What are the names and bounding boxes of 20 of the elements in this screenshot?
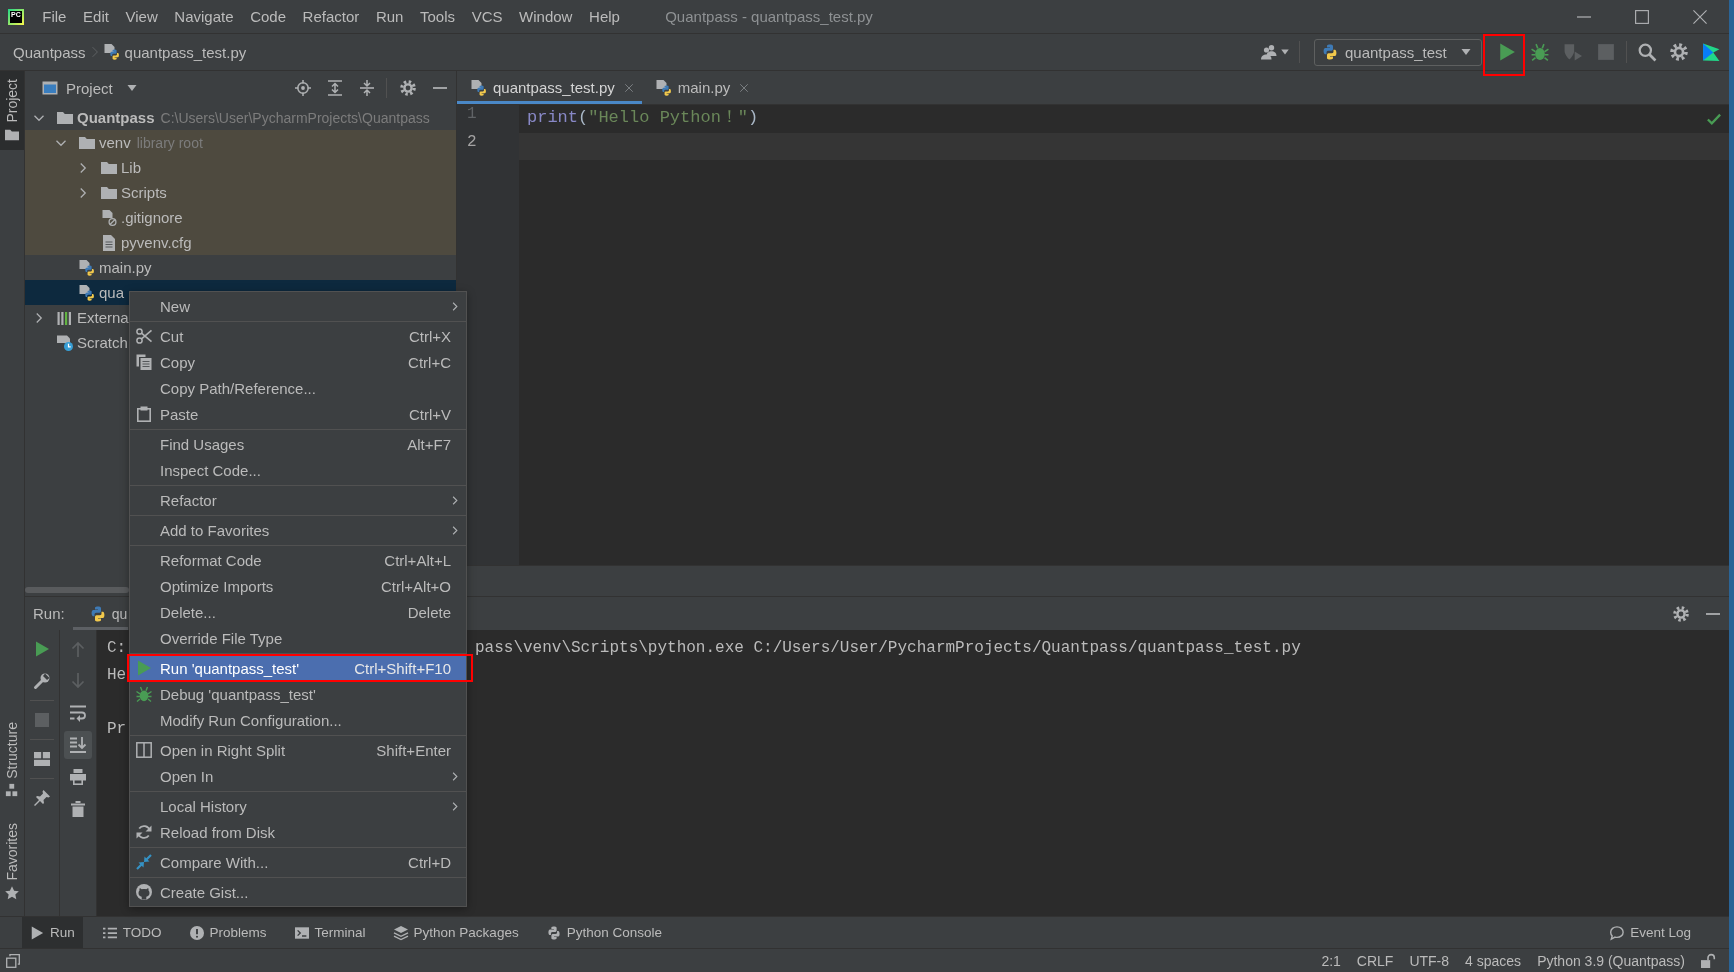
shortcut-text: Ctrl+D xyxy=(408,853,451,871)
shortcut-text: Ctrl+Alt+O xyxy=(380,577,451,595)
line-number: 2 xyxy=(466,132,478,153)
console-text: Pr xyxy=(107,720,127,738)
shortcut-text: Ctrl+Shift+F10 xyxy=(354,659,451,677)
shortcut-text: Shift+Enter xyxy=(376,741,451,759)
console-text: He xyxy=(107,666,127,684)
shortcut-text: Ctrl+V xyxy=(408,405,451,423)
console-text: pass\venv\Scripts\python.exe C:/Users/User/PycharmProjects/Quantpass/quantpass_test.py xyxy=(475,638,1301,659)
shortcut-text: Alt+F7 xyxy=(407,435,451,453)
tree-item-note: library root xyxy=(136,134,203,151)
tree-item-note: C:\Users\User\PycharmProjects\Quantpass xyxy=(160,109,430,126)
shortcut-text: Ctrl+Alt+L xyxy=(384,551,451,569)
shortcut-text: Delete xyxy=(407,603,451,621)
shortcut-text: Ctrl+X xyxy=(408,327,451,345)
panel-label: Run: xyxy=(33,605,65,622)
shortcut-text: Ctrl+C xyxy=(408,353,451,371)
console-text: C: xyxy=(107,638,127,659)
code-line: print("Hello Python！") xyxy=(526,107,759,129)
window-title: Quantpass - quantpass_test.py xyxy=(665,8,873,25)
